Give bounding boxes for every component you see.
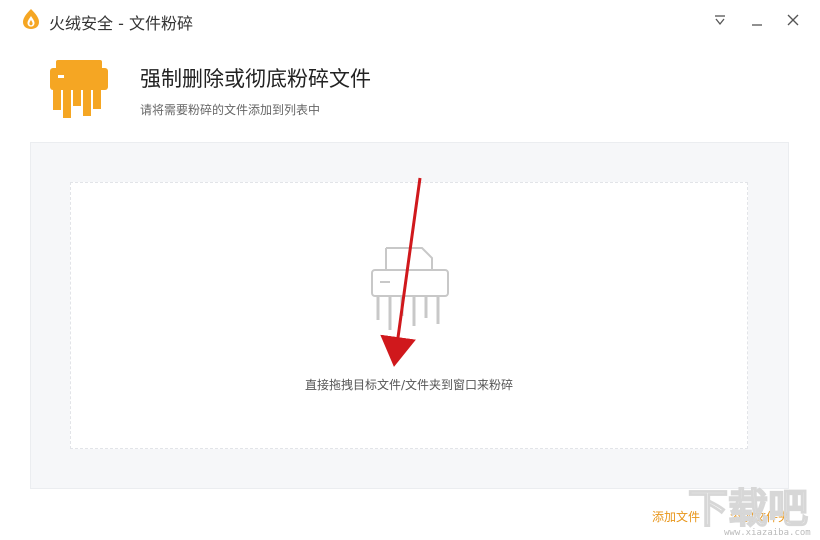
drop-hint-text: 直接拖拽目标文件/文件夹到窗口来粉碎 bbox=[304, 378, 514, 392]
minimize-button[interactable] bbox=[745, 8, 769, 32]
shredder-outline-icon bbox=[371, 247, 449, 330]
close-button[interactable] bbox=[781, 8, 805, 32]
shredder-icon bbox=[50, 60, 108, 118]
page-subtitle: 请将需要粉碎的文件添加到列表中 bbox=[140, 103, 321, 117]
close-icon bbox=[787, 14, 799, 26]
watermark-url: www.xiazaiba.com bbox=[724, 528, 811, 538]
menu-icon bbox=[715, 15, 725, 26]
title-bar: 火绒安全 - 文件粉碎 bbox=[0, 0, 820, 40]
huorong-logo-icon bbox=[23, 9, 39, 29]
minimize-icon bbox=[752, 24, 762, 26]
svg-text:下载吧: 下载吧 bbox=[688, 486, 808, 532]
window-title: 火绒安全 - 文件粉碎 bbox=[49, 14, 193, 33]
page-title: 强制删除或彻底粉碎文件 bbox=[140, 67, 371, 91]
menu-button[interactable] bbox=[708, 8, 732, 32]
